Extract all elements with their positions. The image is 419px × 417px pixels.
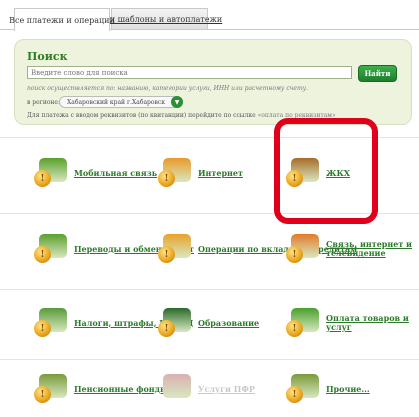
category-item[interactable]: ! Оплата товаров и услуг — [286, 306, 419, 340]
tab-bar: Все платежи и операции Мои шаблоны и авт… — [0, 0, 419, 31]
category-label[interactable]: Оплата товаров и услуг — [326, 314, 419, 332]
category-item[interactable]: Услуги ПФР — [158, 372, 255, 406]
category-label[interactable]: Мобильная связь — [74, 168, 157, 178]
pension-building-icon[interactable]: ! — [34, 372, 70, 406]
divider — [0, 289, 419, 290]
shopping-basket-icon[interactable]: ! — [286, 306, 322, 340]
category-item[interactable]: ! Мобильная связь — [34, 156, 157, 190]
region-select[interactable]: Хабаровский край г.Хабаровск ▼ — [59, 96, 183, 108]
coin-icon: ! — [158, 170, 175, 187]
category-item[interactable]: ! Связь, интернет и телевидение — [286, 232, 419, 266]
search-input[interactable] — [27, 66, 352, 79]
coin-icon: ! — [286, 320, 303, 337]
coin-icon: ! — [158, 320, 175, 337]
chevron-down-icon[interactable]: ▼ — [171, 96, 183, 108]
category-label[interactable]: Услуги ПФР — [198, 384, 255, 394]
highlight-frame — [274, 118, 378, 224]
tab-all-payments[interactable]: Все платежи и операции — [9, 8, 115, 31]
other-icon[interactable]: ! — [286, 372, 322, 406]
coin-icon: ! — [34, 170, 51, 187]
region-label: в регионе: — [27, 99, 61, 106]
pfr-logo-icon[interactable] — [158, 372, 194, 406]
coin-icon: ! — [34, 386, 51, 403]
category-item[interactable]: ! Образование — [158, 306, 259, 340]
category-item[interactable]: ! Пенсионные фонды — [34, 372, 168, 406]
category-label[interactable]: Связь, интернет и телевидение — [326, 240, 419, 258]
laptop-icon[interactable]: ! — [158, 156, 194, 190]
coin-icon: ! — [34, 320, 51, 337]
region-value: Хабаровский край г.Хабаровск — [67, 98, 165, 106]
communication-icon[interactable]: ! — [286, 232, 322, 266]
category-label[interactable]: Образование — [198, 318, 259, 328]
coin-icon: ! — [34, 246, 51, 263]
coin-icon: ! — [158, 246, 175, 263]
search-title: Поиск — [27, 50, 68, 63]
category-label[interactable]: Прочие... — [326, 384, 370, 394]
search-button[interactable]: Найти — [358, 65, 397, 82]
deposit-icon[interactable]: ! — [158, 232, 194, 266]
mobile-phone-icon[interactable]: ! — [34, 156, 70, 190]
taxes-icon[interactable]: ! — [34, 306, 70, 340]
search-hint: поиск осуществляется по: названию, катег… — [27, 85, 309, 92]
category-label[interactable]: Пенсионные фонды — [74, 384, 168, 394]
graduation-cap-icon[interactable]: ! — [158, 306, 194, 340]
category-label[interactable]: Интернет — [198, 168, 243, 178]
coin-icon: ! — [286, 386, 303, 403]
icon-body — [163, 374, 191, 398]
coin-icon: ! — [286, 246, 303, 263]
requisites-text: Для платежа с вводом реквизитов (по квит… — [27, 112, 256, 119]
category-item[interactable]: ! Интернет — [158, 156, 243, 190]
search-panel: Поиск Найти поиск осуществляется по: наз… — [14, 39, 412, 125]
category-item[interactable]: ! Прочие... — [286, 372, 370, 406]
tab-templates[interactable]: Мои шаблоны и автоплатежи — [97, 8, 222, 30]
money-transfer-icon[interactable]: ! — [34, 232, 70, 266]
divider — [0, 359, 419, 360]
